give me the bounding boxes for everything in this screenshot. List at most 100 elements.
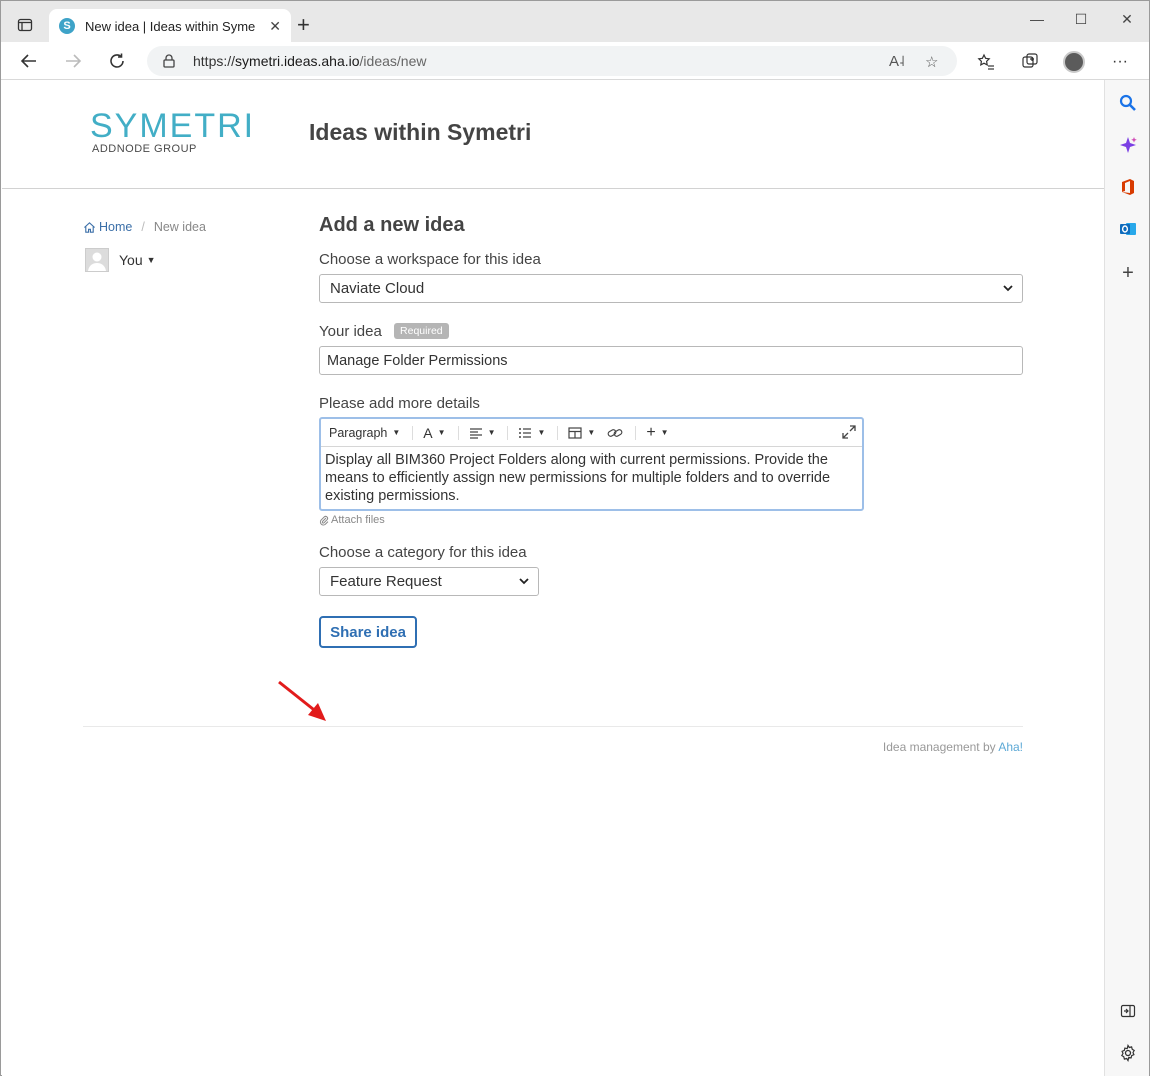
user-menu[interactable]: You ▼ bbox=[85, 248, 156, 272]
url-text: https://symetri.ideas.aha.io/ideas/new bbox=[193, 53, 426, 69]
browser-toolbar: https://symetri.ideas.aha.io/ideas/new A… bbox=[1, 42, 1149, 80]
breadcrumb-home-link[interactable]: Home bbox=[83, 220, 132, 234]
profile-avatar[interactable] bbox=[1063, 51, 1085, 73]
workspace-select[interactable]: Naviate Cloud bbox=[319, 274, 1023, 303]
form-title: Add a new idea bbox=[319, 214, 465, 236]
category-value: Feature Request bbox=[330, 573, 442, 590]
attach-files-link[interactable]: Attach files bbox=[319, 514, 1023, 526]
caret-down-icon: ▼ bbox=[660, 428, 669, 437]
category-label: Choose a category for this idea bbox=[319, 544, 527, 561]
close-window-icon[interactable]: ✕ bbox=[1112, 11, 1142, 28]
idea-label-text: Your idea bbox=[319, 323, 382, 340]
lock-icon[interactable] bbox=[161, 53, 177, 69]
caret-down-icon: ▼ bbox=[146, 255, 156, 265]
more-icon[interactable]: ··· bbox=[1109, 51, 1131, 73]
paragraph-style-dropdown[interactable]: Paragraph ▼ bbox=[329, 426, 400, 440]
browser-window: S New idea | Ideas within Symetri ✕ + — … bbox=[0, 0, 1150, 1076]
copilot-icon[interactable] bbox=[1117, 134, 1139, 156]
url-path: /ideas/new bbox=[359, 53, 427, 69]
plus-icon: + bbox=[646, 423, 656, 441]
workspace-label: Choose a workspace for this idea bbox=[319, 251, 541, 268]
idea-title-value: Manage Folder Permissions bbox=[327, 352, 508, 369]
user-avatar-icon bbox=[85, 248, 109, 272]
chevron-down-icon bbox=[519, 578, 529, 585]
toolbar-divider bbox=[507, 425, 509, 440]
idea-label: Your idea Required bbox=[319, 323, 1023, 340]
address-bar[interactable]: https://symetri.ideas.aha.io/ideas/new A… bbox=[147, 46, 957, 76]
idea-title-input[interactable]: Manage Folder Permissions bbox=[319, 346, 1023, 375]
add-favorite-icon[interactable]: ☆ bbox=[925, 53, 938, 71]
read-aloud-icon[interactable]: A˨ bbox=[889, 53, 905, 70]
breadcrumb-home-label: Home bbox=[99, 220, 133, 234]
toolbar-divider bbox=[457, 425, 459, 440]
footer-divider bbox=[83, 726, 1023, 727]
new-idea-form: Add a new idea Choose a workspace for th… bbox=[319, 211, 1023, 648]
toolbar-divider bbox=[635, 425, 637, 440]
settings-icon[interactable] bbox=[1117, 1042, 1139, 1064]
category-select[interactable]: Feature Request bbox=[319, 567, 539, 596]
url-host: symetri.ideas.aha.io bbox=[235, 53, 360, 69]
breadcrumb-separator: / bbox=[141, 220, 145, 234]
edge-sidebar: + bbox=[1104, 80, 1149, 1076]
details-text[interactable]: Display all BIM360 Project Folders along… bbox=[321, 447, 862, 509]
maximize-icon[interactable]: ☐ bbox=[1066, 11, 1096, 28]
refresh-icon[interactable] bbox=[103, 48, 131, 74]
tab-actions-icon[interactable] bbox=[13, 13, 37, 37]
web-page: SYMETRI ADDNODE GROUP Ideas within Symet… bbox=[2, 81, 1104, 1076]
expand-icon[interactable] bbox=[842, 425, 856, 439]
close-tab-icon[interactable]: ✕ bbox=[269, 18, 281, 35]
insert-dropdown[interactable]: + ▼ bbox=[646, 424, 668, 442]
collections-icon[interactable] bbox=[1019, 51, 1041, 73]
site-title: Ideas within Symetri bbox=[309, 119, 532, 145]
toolbar-divider bbox=[557, 425, 559, 440]
align-dropdown[interactable]: ▼ bbox=[469, 427, 496, 439]
table-icon bbox=[568, 426, 583, 439]
attach-files-label: Attach files bbox=[331, 514, 385, 526]
back-icon[interactable] bbox=[15, 48, 43, 74]
align-left-icon bbox=[469, 427, 482, 439]
logo-wordmark: SYMETRI bbox=[90, 107, 256, 145]
red-arrow-annotation bbox=[278, 680, 326, 721]
bullet-list-icon bbox=[519, 427, 532, 438]
hide-sidebar-icon[interactable] bbox=[1117, 1000, 1139, 1022]
symetri-favicon-icon: S bbox=[59, 18, 75, 34]
footer: Idea management by Aha! bbox=[83, 740, 1023, 754]
link-icon bbox=[607, 428, 623, 437]
favorites-icon[interactable] bbox=[975, 51, 997, 73]
caret-down-icon: ▼ bbox=[437, 428, 446, 437]
url-scheme: https:// bbox=[193, 53, 236, 69]
details-editor[interactable]: Paragraph ▼ A ▼ ▼ ▼ ▼ + ▼ Display all BI… bbox=[319, 417, 864, 511]
tab-strip: S New idea | Ideas within Symetri ✕ + — … bbox=[1, 1, 1149, 43]
chevron-down-icon bbox=[1003, 285, 1013, 292]
add-icon[interactable]: + bbox=[1117, 262, 1139, 284]
forward-icon[interactable] bbox=[59, 48, 87, 74]
office-icon[interactable] bbox=[1117, 176, 1139, 198]
required-badge: Required bbox=[394, 323, 449, 339]
workspace-value: Naviate Cloud bbox=[330, 280, 425, 297]
table-dropdown[interactable]: ▼ bbox=[568, 426, 596, 439]
caret-down-icon: ▼ bbox=[487, 428, 496, 437]
site-header: SYMETRI ADDNODE GROUP Ideas within Symet… bbox=[2, 81, 1104, 189]
search-icon[interactable] bbox=[1117, 92, 1139, 114]
font-style-dropdown[interactable]: A ▼ bbox=[423, 425, 445, 441]
share-idea-button[interactable]: Share idea bbox=[319, 616, 417, 648]
symetri-logo[interactable]: SYMETRI ADDNODE GROUP bbox=[90, 109, 255, 155]
user-label: You bbox=[119, 252, 143, 268]
font-style-label: A bbox=[423, 424, 433, 441]
toolbar-divider bbox=[412, 425, 414, 440]
list-dropdown[interactable]: ▼ bbox=[518, 427, 545, 439]
tab-title: New idea | Ideas within Symetri bbox=[85, 18, 255, 34]
aha-link[interactable]: Aha! bbox=[998, 740, 1023, 754]
home-icon bbox=[84, 221, 95, 233]
outlook-icon[interactable] bbox=[1117, 218, 1139, 240]
breadcrumb: Home / New idea bbox=[83, 220, 206, 234]
caret-down-icon: ▼ bbox=[537, 428, 546, 437]
footer-text: Idea management by bbox=[882, 740, 996, 754]
browser-tab[interactable]: S New idea | Ideas within Symetri ✕ bbox=[49, 9, 291, 43]
new-tab-icon[interactable]: + bbox=[297, 13, 310, 37]
insert-link-button[interactable] bbox=[607, 427, 623, 439]
paperclip-icon bbox=[319, 515, 329, 525]
minimize-icon[interactable]: — bbox=[1022, 11, 1052, 27]
details-label: Please add more details bbox=[319, 395, 480, 412]
caret-down-icon: ▼ bbox=[587, 428, 596, 437]
